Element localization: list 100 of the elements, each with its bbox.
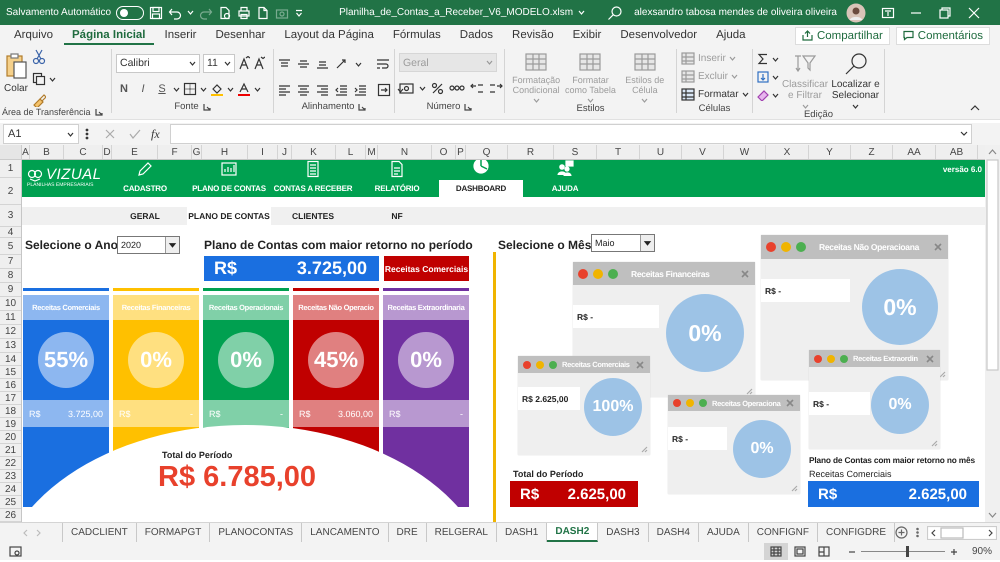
- sub-tab[interactable]: PLANO DE CONTAS: [187, 207, 271, 225]
- column-header[interactable]: S: [554, 145, 597, 159]
- row-header[interactable]: 10: [0, 297, 21, 311]
- section-heading: Plano de Contas com maior retorno no período: [204, 238, 473, 252]
- row-header[interactable]: 23: [0, 470, 21, 483]
- sheet-tab[interactable]: AJUDA: [698, 523, 749, 542]
- ribbon-tab[interactable]: Inserir: [156, 26, 204, 45]
- row-header[interactable]: 14: [0, 353, 21, 366]
- ribbon-tab[interactable]: Arquivo: [6, 26, 61, 45]
- column-header[interactable]: B: [30, 145, 64, 159]
- row-header[interactable]: 22: [0, 457, 21, 470]
- font-style-button[interactable]: N: [116, 83, 132, 95]
- ribbon-command[interactable]: Formatar: [681, 86, 749, 103]
- row-header[interactable]: 25: [0, 496, 21, 509]
- column-header[interactable]: K: [292, 145, 336, 159]
- row-header[interactable]: 20: [0, 431, 21, 444]
- comments-button[interactable]: Comentários: [896, 26, 990, 44]
- column-header[interactable]: D: [103, 145, 112, 159]
- year-label: Selecione o Ano: [24, 238, 117, 252]
- column-header[interactable]: W: [724, 145, 766, 159]
- sheet-tab[interactable]: CADCLIENT: [63, 523, 137, 542]
- currency-label: R$: [214, 258, 238, 279]
- column-header[interactable]: J: [278, 145, 292, 159]
- row-header[interactable]: 9: [0, 283, 21, 297]
- column-header[interactable]: A: [22, 145, 30, 159]
- sheet-tab[interactable]: PLANOCONTAS: [210, 523, 302, 542]
- column-header[interactable]: M: [366, 145, 378, 159]
- row-header[interactable]: 16: [0, 379, 21, 392]
- column-header[interactable]: Z: [851, 145, 893, 159]
- insert-function-button[interactable]: fx: [147, 126, 164, 142]
- sub-tab[interactable]: CLIENTES: [271, 207, 355, 225]
- paste-button[interactable]: Colar: [4, 49, 28, 94]
- column-header[interactable]: P: [456, 145, 466, 159]
- row-header[interactable]: 11: [0, 311, 21, 325]
- sub-tab[interactable]: GERAL: [103, 207, 187, 225]
- column-header[interactable]: R: [508, 145, 554, 159]
- font-name-field[interactable]: Calibri: [116, 54, 200, 72]
- sheet-tab[interactable]: CONFIGNF: [748, 523, 818, 542]
- ribbon-tab[interactable]: Dados: [452, 26, 502, 45]
- name-box[interactable]: A1: [3, 124, 79, 144]
- column-header[interactable]: T: [597, 145, 640, 159]
- ribbon-tab[interactable]: Ajuda: [708, 26, 754, 45]
- row-header[interactable]: 18: [0, 405, 21, 418]
- row-header[interactable]: 2: [0, 178, 21, 205]
- row-header[interactable]: 8: [0, 269, 21, 283]
- group-label: Alinhamento: [302, 101, 354, 112]
- column-header[interactable]: C: [64, 145, 103, 159]
- ribbon-tab[interactable]: Desenvolvedor: [612, 26, 706, 45]
- row-header[interactable]: 19: [0, 418, 21, 431]
- ribbon-tab[interactable]: Revisão: [504, 26, 562, 45]
- year-dropdown[interactable]: 2020: [117, 236, 180, 254]
- row-header[interactable]: 5: [0, 238, 21, 255]
- row-header[interactable]: 4: [0, 227, 21, 238]
- row-header[interactable]: 13: [0, 339, 21, 353]
- column-header[interactable]: X: [766, 145, 809, 159]
- column-header[interactable]: F: [158, 145, 192, 159]
- ribbon-tab[interactable]: Desenhar: [207, 26, 274, 45]
- amount-label: 3.725,00: [296, 258, 367, 279]
- column-header[interactable]: G: [192, 145, 202, 159]
- autosave-label: Salvamento Automático: [6, 7, 112, 18]
- share-button[interactable]: Compartilhar: [794, 26, 890, 44]
- sheet-tab[interactable]: CONFIGDRE: [818, 523, 895, 542]
- column-header[interactable]: I: [248, 145, 278, 159]
- row-header[interactable]: 24: [0, 483, 21, 496]
- column-header[interactable]: O: [432, 145, 456, 159]
- font-style-button[interactable]: S: [154, 83, 170, 95]
- sheet-tab[interactable]: FORMAPGT: [136, 523, 210, 542]
- sheet-tab[interactable]: DASH3: [598, 523, 649, 542]
- ribbon-tab[interactable]: Fórmulas: [384, 26, 449, 45]
- sheet-tab[interactable]: RELGERAL: [426, 523, 497, 542]
- month-dropdown[interactable]: Maio: [591, 234, 655, 252]
- sheet-tab[interactable]: DRE: [388, 523, 427, 542]
- column-header[interactable]: V: [682, 145, 724, 159]
- row-header[interactable]: 17: [0, 392, 21, 405]
- column-header[interactable]: Q: [466, 145, 508, 159]
- font-style-button[interactable]: I: [135, 83, 151, 95]
- column-header[interactable]: Y: [809, 145, 851, 159]
- row-header[interactable]: 7: [0, 255, 21, 269]
- sheet-tab[interactable]: LANCAMENTO: [302, 523, 389, 542]
- column-header[interactable]: E: [112, 145, 158, 159]
- nav-tab[interactable]: DASHBOARD: [439, 160, 523, 197]
- font-size-field[interactable]: 11: [203, 54, 235, 72]
- column-header[interactable]: N: [378, 145, 432, 159]
- ribbon-command[interactable]: Localizar e Selecionar: [831, 49, 880, 109]
- row-header[interactable]: 1: [0, 160, 21, 178]
- row-header[interactable]: 21: [0, 444, 21, 457]
- window-title: Receitas Financeiras: [631, 268, 710, 278]
- column-header[interactable]: AB: [936, 145, 978, 159]
- sub-tab[interactable]: NF: [355, 207, 439, 225]
- column-header[interactable]: AA: [893, 145, 936, 159]
- ribbon-tab[interactable]: Layout da Página: [276, 26, 382, 45]
- ribbon-tab[interactable]: Exibir: [564, 26, 610, 45]
- row-header[interactable]: 12: [0, 325, 21, 339]
- sheet-tab[interactable]: DASH4: [648, 523, 699, 542]
- row-header[interactable]: 3: [0, 205, 21, 227]
- column-header[interactable]: L: [336, 145, 366, 159]
- sheet-tab[interactable]: DASH2: [547, 523, 598, 542]
- row-header[interactable]: 15: [0, 366, 21, 379]
- column-header[interactable]: H: [202, 145, 248, 159]
- column-header[interactable]: U: [640, 145, 682, 159]
